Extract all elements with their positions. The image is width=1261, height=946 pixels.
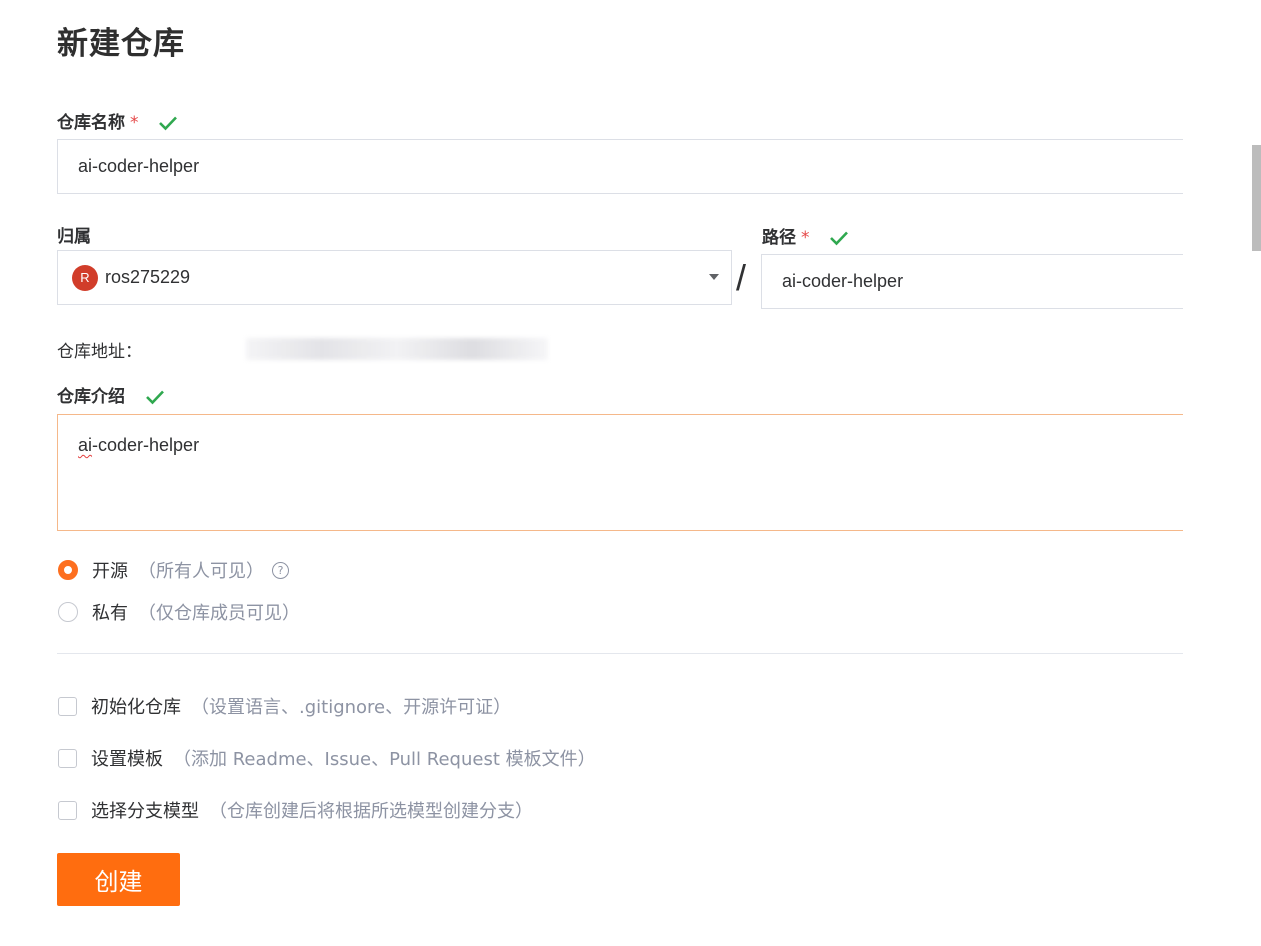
private-hint: （仅仓库成员可见） [138, 603, 300, 624]
branch-model-label: 选择分支模型 [91, 801, 199, 822]
avatar: R [72, 264, 98, 291]
divider [57, 653, 1183, 654]
radio-unselected[interactable] [58, 602, 78, 622]
description-textarea[interactable]: ai-coder-helper [57, 414, 1183, 531]
owner-label: 归属 [57, 227, 91, 247]
template-hint: （添加 Readme、Issue、Pull Request 模板文件） [173, 749, 596, 770]
path-value: ai-coder-helper [782, 271, 904, 291]
public-hint: （所有人可见） [138, 561, 264, 582]
init-repo-option[interactable]: 初始化仓库 （设置语言、.gitignore、开源许可证） [58, 693, 511, 719]
check-icon [830, 231, 849, 246]
path-label-row: 路径 * [762, 223, 849, 248]
repo-address: 仓库地址： [57, 337, 142, 362]
caret-down-icon [709, 274, 719, 280]
init-repo-hint: （设置语言、.gitignore、开源许可证） [191, 697, 512, 718]
template-label: 设置模板 [91, 749, 163, 770]
branch-model-checkbox[interactable] [58, 800, 77, 820]
required-mark: * [130, 113, 139, 133]
template-checkbox[interactable] [58, 748, 77, 768]
spellcheck-word: ai [78, 435, 93, 455]
branch-model-option[interactable]: 选择分支模型 （仓库创建后将根据所选模型创建分支） [58, 797, 533, 823]
template-option[interactable]: 设置模板 （添加 Readme、Issue、Pull Request 模板文件） [58, 745, 596, 771]
owner-value: ros275229 [105, 267, 191, 287]
repo-address-label: 仓库地址： [57, 342, 142, 362]
repo-name-label: 仓库名称 [57, 113, 125, 133]
radio-selected[interactable] [58, 560, 78, 580]
redacted-address [246, 338, 548, 360]
path-separator: / [736, 257, 747, 298]
check-icon [159, 116, 178, 131]
required-mark: * [801, 228, 810, 248]
page-title: 新建仓库 [57, 26, 185, 62]
path-label: 路径 [762, 228, 796, 248]
owner-select[interactable]: R ros275229 [57, 250, 732, 305]
description-label-row: 仓库介绍 [57, 382, 165, 407]
init-repo-label: 初始化仓库 [91, 697, 181, 718]
description-value: ai-coder-helper [78, 435, 199, 456]
create-button[interactable]: 创建 [57, 853, 180, 906]
repo-name-label-row: 仓库名称 * [57, 108, 178, 133]
visibility-public-option[interactable]: 开源 （所有人可见） ? [58, 557, 289, 583]
private-label: 私有 [92, 603, 128, 624]
visibility-private-option[interactable]: 私有 （仅仓库成员可见） [58, 599, 300, 625]
public-label: 开源 [92, 561, 128, 582]
description-label: 仓库介绍 [57, 387, 125, 407]
description-value-rest: -coder-helper [92, 435, 200, 455]
init-repo-checkbox[interactable] [58, 696, 77, 716]
branch-model-hint: （仓库创建后将根据所选模型创建分支） [209, 801, 533, 822]
path-input[interactable]: ai-coder-helper [761, 254, 1183, 309]
check-icon [146, 390, 164, 405]
repo-name-value: ai-coder-helper [78, 156, 200, 176]
scrollbar-thumb[interactable] [1252, 145, 1261, 251]
repo-name-input[interactable]: ai-coder-helper [57, 139, 1183, 194]
help-circle-icon[interactable]: ? [272, 561, 289, 579]
